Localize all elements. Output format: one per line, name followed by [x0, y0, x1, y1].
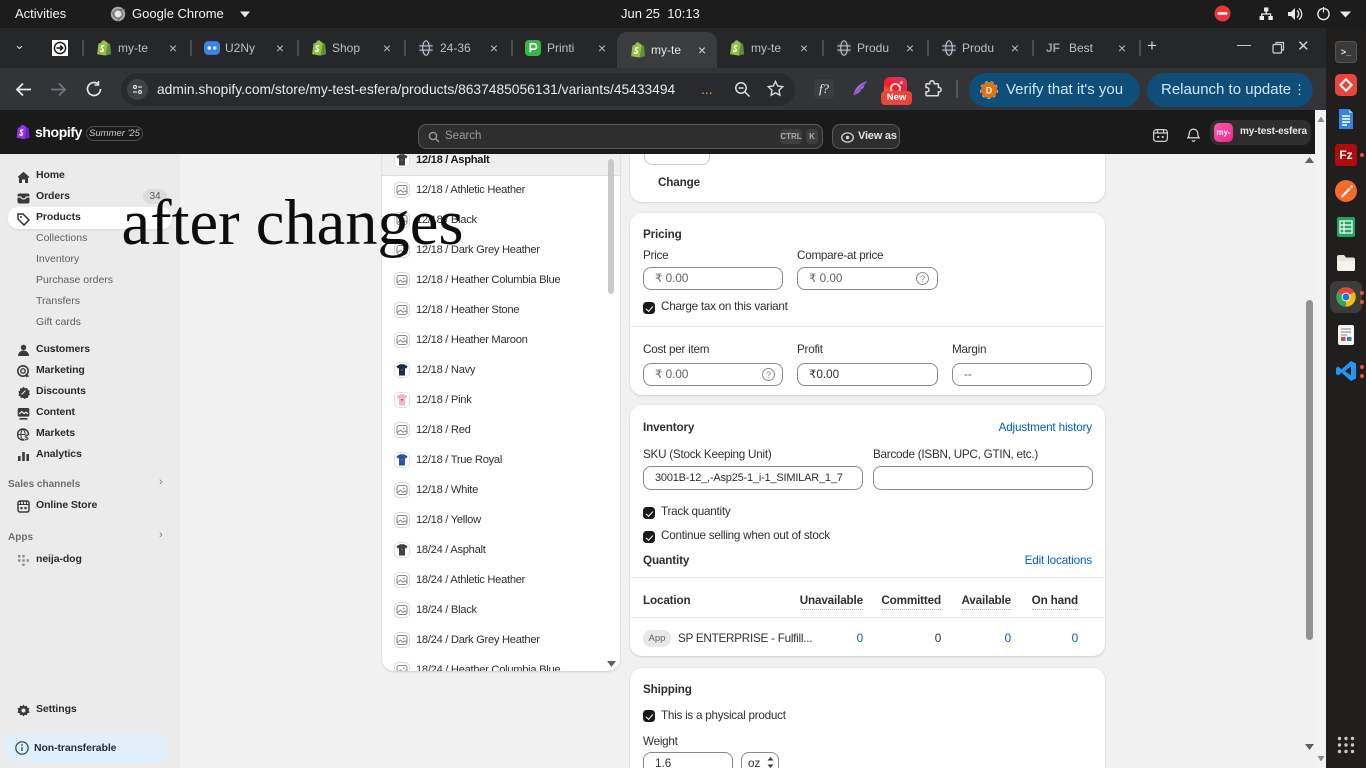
svg-text:D: D — [986, 86, 993, 96]
